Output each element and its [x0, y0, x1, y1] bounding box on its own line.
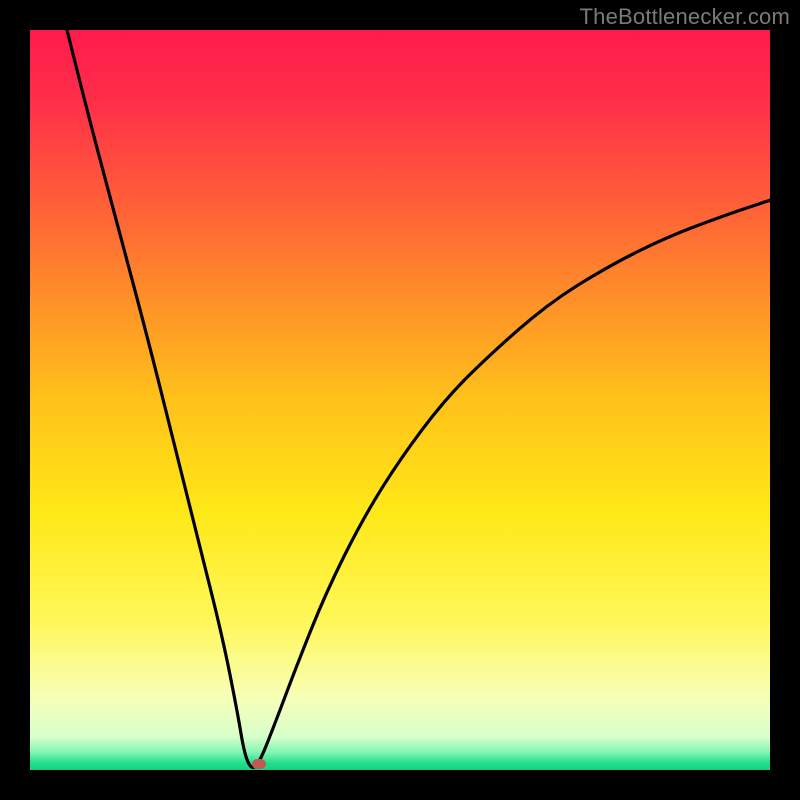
bottleneck-curve — [30, 30, 770, 770]
chart-stage: TheBottlenecker.com — [0, 0, 800, 800]
plot-area — [30, 30, 770, 770]
watermark-text: TheBottlenecker.com — [580, 4, 790, 30]
optimal-point-marker — [252, 759, 266, 769]
